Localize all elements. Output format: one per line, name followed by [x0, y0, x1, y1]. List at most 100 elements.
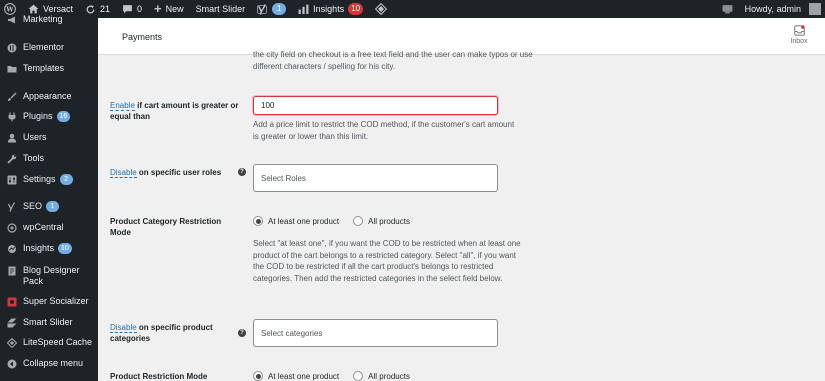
sidebar-item-label: SEO	[23, 201, 43, 211]
comments-menu[interactable]: 0	[116, 0, 148, 18]
sidebar-item-label: LiteSpeed Cache	[23, 337, 93, 347]
option-label: At least one product	[268, 371, 340, 381]
product-mode-at-least-one-option[interactable]: At least one product	[253, 371, 339, 381]
sidebar-item-litespeed-cache[interactable]: LiteSpeed Cache	[0, 337, 98, 348]
category-mode-description: Select "at least one", if you want the C…	[253, 239, 521, 283]
elementor-icon	[6, 42, 17, 53]
inbox-button[interactable]: Inbox	[787, 25, 811, 45]
sidebar-item-label: Settings	[23, 174, 56, 184]
sidebar-item-smart-slider[interactable]: Smart Slider	[0, 317, 98, 328]
yoast-seo-menu[interactable]: 1	[251, 0, 292, 18]
sidebar-item-label: Tools	[23, 153, 45, 163]
category-mode-at-least-one-option[interactable]: At least one product	[253, 216, 339, 226]
smart-slider-menu[interactable]: Smart Slider	[190, 0, 252, 18]
option-label: At least one product	[268, 216, 340, 226]
sidebar-item-label: Blog Designer Pack	[23, 265, 80, 286]
sidebar-item-insights[interactable]: Insights 10	[0, 243, 98, 254]
sidebar-item-label: Templates	[23, 63, 65, 73]
notifications-menu[interactable]	[716, 0, 739, 18]
sidebar-item-tools[interactable]: Tools	[0, 153, 98, 164]
bar-chart-icon	[298, 4, 309, 14]
blog-designer-icon	[6, 265, 17, 276]
seo-badge: 1	[46, 201, 60, 212]
insights-badge: 10	[348, 3, 364, 15]
cart-amount-description: Add a price limit to restrict the COD me…	[253, 120, 515, 141]
new-label: New	[165, 4, 184, 14]
howdy-label: Howdy, admin	[744, 4, 801, 14]
folder-icon	[6, 63, 17, 74]
yoast-icon	[6, 201, 17, 212]
enable-cart-amount-link[interactable]: Enable	[110, 101, 135, 111]
user-icon	[6, 132, 17, 143]
wpcentral-icon	[6, 222, 17, 233]
settings-sliders-icon	[6, 174, 17, 185]
litespeed-diamond-icon	[6, 337, 17, 348]
main-content: Payments Inbox the city field on checkou…	[98, 18, 825, 381]
cart-amount-label: Enable if cart amount is greater or equa…	[110, 100, 240, 122]
home-icon	[28, 4, 39, 14]
radio-unselected[interactable]	[353, 371, 364, 381]
smart-slider-label: Smart Slider	[195, 4, 246, 14]
help-icon[interactable]: ?	[238, 329, 246, 337]
plugins-badge: 16	[56, 111, 71, 122]
plus-icon: +	[154, 1, 162, 16]
product-mode-all-products-option[interactable]: All products	[353, 371, 410, 381]
sidebar-item-settings[interactable]: Settings 2	[0, 174, 98, 185]
paintbrush-icon	[6, 91, 17, 102]
sidebar-item-wpcentral[interactable]: wpCentral	[0, 222, 98, 233]
sidebar-item-elementor[interactable]: Elementor	[0, 42, 98, 53]
option-label: All products	[368, 371, 410, 381]
inbox-icon	[787, 25, 811, 36]
help-icon[interactable]: ?	[238, 168, 246, 176]
avatar	[809, 3, 821, 15]
litespeed-menu[interactable]	[369, 0, 393, 18]
category-mode-all-products-option[interactable]: All products	[353, 216, 410, 226]
sidebar-item-label: Super Socializer	[23, 296, 89, 306]
sidebar-item-templates[interactable]: Templates	[0, 63, 98, 74]
radio-unselected[interactable]	[353, 216, 364, 226]
sidebar-item-label: Collapse menu	[23, 358, 84, 368]
select-categories-field[interactable]: Select categories	[253, 319, 498, 347]
sidebar-item-appearance[interactable]: Appearance	[0, 91, 98, 102]
select-roles-field[interactable]: Select Roles	[253, 164, 498, 192]
super-socializer-icon	[6, 296, 17, 307]
category-restriction-mode-label: Product Category Restriction Mode	[110, 217, 222, 237]
sidebar-item-label: Insights	[23, 243, 55, 253]
product-categories-label: Disable on specific product categories	[110, 322, 235, 344]
radio-selected[interactable]	[253, 216, 263, 226]
sidebar-item-label: Smart Slider	[23, 317, 73, 327]
yoast-badge: 1	[272, 3, 287, 15]
comments-count: 0	[137, 4, 143, 14]
smart-slider-icon	[6, 317, 17, 328]
my-account-menu[interactable]: Howdy, admin	[739, 0, 825, 18]
admin-sidebar: Marketing Elementor Templates Appearance…	[0, 14, 98, 381]
admin-bar: W Versact 21 0 + New Smart Slider 1 Insi…	[0, 0, 825, 18]
insights-icon	[6, 243, 17, 254]
sidebar-item-users[interactable]: Users	[0, 132, 98, 143]
sidebar-item-seo[interactable]: SEO 1	[0, 201, 98, 212]
collapse-menu-button[interactable]: Collapse menu	[0, 358, 98, 369]
sidebar-item-blog-designer-pack[interactable]: Blog Designer Pack	[0, 265, 98, 287]
site-name: Versact	[43, 4, 74, 14]
sidebar-item-label: wpCentral	[23, 222, 64, 232]
new-content-menu[interactable]: + New	[148, 0, 190, 18]
disable-user-roles-link[interactable]: Disable	[110, 168, 137, 178]
sidebar-item-super-socializer[interactable]: Super Socializer	[0, 296, 98, 307]
disable-product-categories-link[interactable]: Disable	[110, 323, 137, 333]
sidebar-item-label: Elementor	[23, 42, 65, 52]
sidebar-item-label: Plugins	[23, 111, 53, 121]
updates-count: 21	[100, 4, 111, 14]
insights-label: Insights	[313, 4, 345, 14]
cart-amount-input[interactable]: 100	[253, 96, 498, 115]
inbox-label: Inbox	[790, 38, 808, 45]
product-restriction-mode-label: Product Restriction Mode	[110, 372, 208, 381]
sidebar-item-plugins[interactable]: Plugins 16	[0, 111, 98, 122]
insights-sidebar-badge: 10	[58, 243, 72, 254]
comment-icon	[122, 4, 133, 14]
notification-icon	[722, 4, 733, 14]
insights-menu[interactable]: Insights 10	[292, 0, 369, 18]
product-mode-radio-group: At least one product All products	[253, 371, 419, 381]
radio-selected[interactable]	[253, 371, 263, 381]
user-roles-label-text: on specific user roles	[136, 168, 222, 177]
sidebar-item-marketing[interactable]: Marketing	[0, 14, 98, 25]
